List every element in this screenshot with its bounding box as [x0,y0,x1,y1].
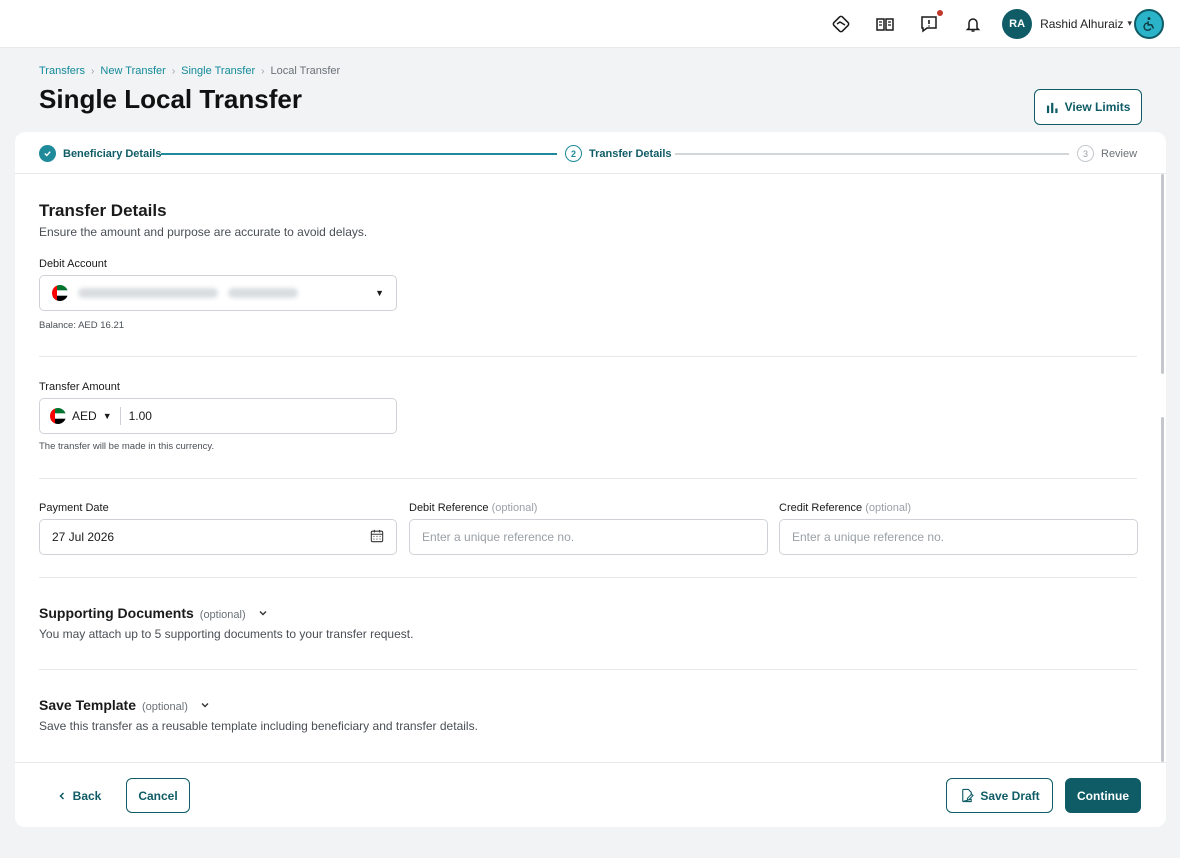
debit-account-select[interactable]: ▼ [39,275,397,311]
section-subtitle: Ensure the amount and purpose are accura… [39,225,368,239]
chevron-right-icon: › [91,65,95,77]
debit-reference-field [409,519,768,555]
optional-tag: (optional) [199,609,246,621]
step-number: 3 [1077,145,1094,162]
payment-date-value: 27 Jul 2026 [52,530,115,544]
step-connector [161,153,557,155]
credit-reference-label: Credit Reference (optional) [779,502,911,514]
amount-input[interactable] [128,409,384,423]
debit-reference-label-text: Debit Reference [409,502,489,514]
debit-account-label: Debit Account [39,258,107,270]
back-button[interactable]: Back [45,778,113,813]
section-title: Transfer Details [39,201,167,220]
step-label: Transfer Details [589,147,672,160]
back-label: Back [72,788,102,803]
top-bar: RA Rashid Alhuraiz ▾ [0,0,1180,48]
file-edit-icon [962,788,975,803]
supporting-documents-toggle[interactable]: Supporting Documents (optional) [39,605,268,621]
breadcrumb-new-transfer[interactable]: New Transfer [100,65,165,77]
save-draft-label: Save Draft [980,788,1040,803]
divider [39,356,1137,357]
step-connector [675,153,1069,155]
page-title: Single Local Transfer [39,84,302,114]
masked-account-number [228,288,298,298]
save-draft-button[interactable]: Save Draft [946,778,1053,813]
save-template-subtitle: Save this transfer as a reusable templat… [39,719,478,733]
cancel-button[interactable]: Cancel [126,778,190,813]
payment-date-label: Payment Date [39,502,109,514]
step-review: 3 Review [1077,145,1137,162]
check-icon [39,145,56,162]
uae-flag-icon [52,285,68,301]
breadcrumb-current: Local Transfer [270,65,341,77]
view-limits-label: View Limits [1064,100,1131,114]
breadcrumb-transfers[interactable]: Transfers [39,65,85,77]
transfer-amount-label: Transfer Amount [39,381,120,393]
calendar-icon[interactable] [370,529,384,546]
divider [39,577,1137,578]
currency-code: AED [72,409,97,423]
debit-reference-input[interactable] [422,530,755,544]
chevron-left-icon [59,791,64,800]
accessibility-icon[interactable] [1134,8,1164,39]
transfer-amount-field: AED ▼ [39,398,397,434]
supporting-documents-title: Supporting Documents [39,605,194,621]
continue-button[interactable]: Continue [1065,778,1141,813]
credit-reference-field [779,519,1138,555]
user-name[interactable]: Rashid Alhuraiz [1040,17,1123,31]
chevron-right-icon: › [261,65,265,77]
balance-text: Balance: AED 16.21 [39,320,125,331]
step-beneficiary-details[interactable]: Beneficiary Details [39,145,161,162]
breadcrumb: Transfers › New Transfer › Single Transf… [39,65,340,77]
optional-tag: (optional) [491,502,538,514]
uae-flag-icon [50,408,66,424]
save-template-toggle[interactable]: Save Template (optional) [39,697,210,713]
breadcrumb-single-transfer[interactable]: Single Transfer [181,65,255,77]
bell-icon[interactable] [962,13,984,35]
stepper: Beneficiary Details 2 Transfer Details 3… [15,132,1166,174]
divider [39,478,1137,479]
handshake-icon[interactable] [830,13,852,35]
book-icon[interactable] [874,13,896,35]
continue-label: Continue [1077,788,1129,803]
debit-reference-label: Debit Reference (optional) [409,502,537,514]
scrollbar[interactable] [1161,417,1164,762]
action-footer: Back Cancel Save Draft Continue [15,762,1166,827]
currency-select[interactable]: AED ▼ [50,407,121,425]
step-label: Beneficiary Details [63,147,162,160]
currency-helper-text: The transfer will be made in this curren… [39,441,215,452]
bar-chart-icon [1046,102,1058,113]
scrollbar[interactable] [1161,174,1164,374]
save-template-title: Save Template [39,697,137,713]
caret-down-icon: ▼ [375,288,384,298]
chevron-down-icon [200,700,210,713]
cancel-label: Cancel [138,788,178,803]
avatar[interactable]: RA [1002,8,1033,39]
view-limits-button[interactable]: View Limits [1034,89,1142,125]
credit-reference-input[interactable] [792,530,1125,544]
step-label: Review [1101,147,1138,160]
optional-tag: (optional) [865,502,912,514]
masked-account-name [78,288,218,298]
payment-date-field[interactable]: 27 Jul 2026 [39,519,397,555]
supporting-documents-subtitle: You may attach up to 5 supporting docume… [39,627,414,641]
optional-tag: (optional) [142,701,188,713]
step-transfer-details[interactable]: 2 Transfer Details [565,145,672,162]
chevron-down-icon [258,608,268,621]
chevron-down-icon[interactable]: ▾ [1127,18,1132,29]
credit-reference-label-text: Credit Reference [779,502,863,514]
divider [39,669,1137,670]
notification-dot [937,9,944,16]
step-number: 2 [565,145,582,162]
transfer-card: Beneficiary Details 2 Transfer Details 3… [15,132,1166,827]
chevron-right-icon: › [171,65,176,77]
feedback-icon[interactable] [918,9,944,35]
caret-down-icon: ▼ [102,411,112,421]
